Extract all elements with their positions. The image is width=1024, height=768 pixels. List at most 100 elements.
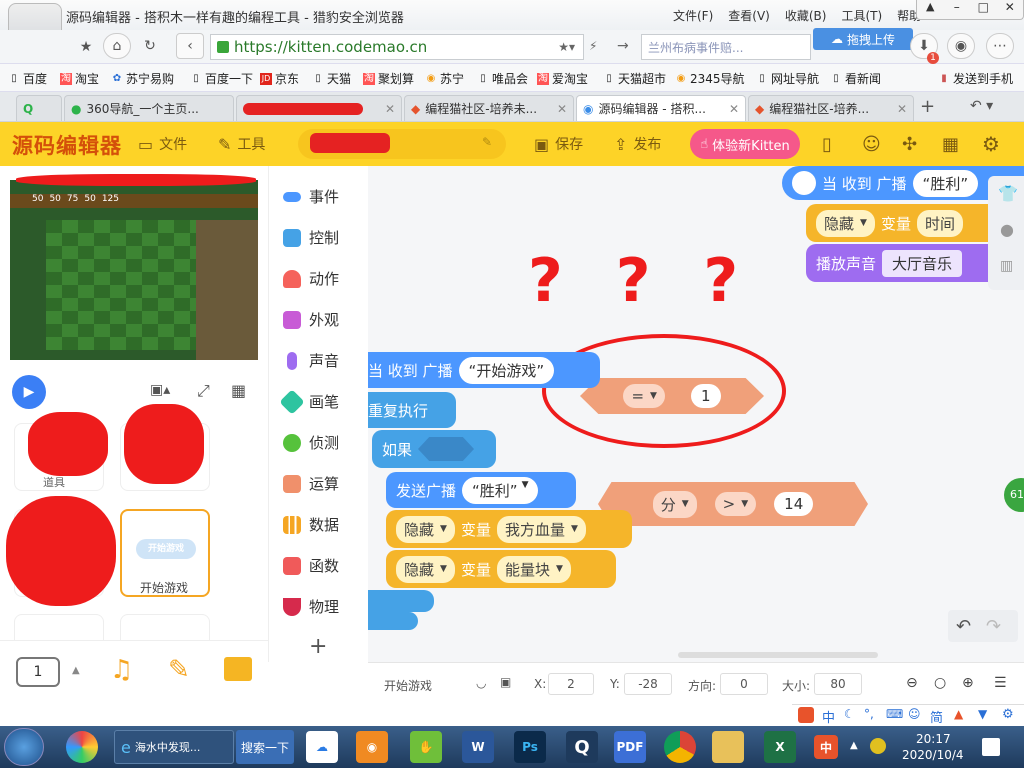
category-functions[interactable]: 函数 [269, 545, 369, 586]
baidu-cloud-icon[interactable]: ☁ [306, 731, 338, 763]
block-greater-than[interactable]: 分 ▼ > ▼ 14 [598, 482, 868, 526]
app-logo[interactable]: 源码编辑器 [12, 130, 122, 160]
size-input[interactable]: 80 [814, 673, 862, 695]
cheetah-browser-icon[interactable]: ◉ [356, 731, 388, 763]
file-menu-button[interactable]: ▭ 文件 [138, 122, 187, 166]
horizontal-scrollbar[interactable] [678, 652, 878, 658]
undo-icon[interactable]: ↶ [956, 616, 971, 637]
bookmark-aitaobao[interactable]: 淘爱淘宝 [537, 70, 588, 87]
bookmark-jd[interactable]: JD 京东 [260, 70, 299, 87]
app-icon[interactable]: ✋ [410, 731, 442, 763]
skin-icon[interactable]: ▲ [917, 0, 944, 19]
stage-canvas[interactable]: 50 50 75 50 125 [10, 180, 258, 360]
category-sound[interactable]: 声音 [269, 340, 369, 381]
more-menu-button[interactable]: ⋯ [986, 33, 1014, 59]
game-button[interactable]: ◉ [947, 33, 975, 59]
microphone-icon[interactable]: ● [1000, 220, 1014, 239]
hide-dropdown[interactable]: 隐藏 ▼ [396, 555, 455, 583]
close-tab-icon[interactable]: ✕ [897, 102, 907, 116]
menu-favorites[interactable]: 收藏(B) [785, 7, 827, 24]
hide-dropdown[interactable]: 隐藏 ▼ [816, 209, 875, 237]
compare-value-input[interactable]: 14 [774, 492, 814, 516]
close-tab-icon[interactable]: ✕ [729, 102, 739, 116]
category-control[interactable]: 控制 [269, 217, 369, 258]
keyboard-icon[interactable]: ⌨ [886, 707, 903, 721]
start-button[interactable] [4, 728, 44, 766]
photoshop-icon[interactable]: Ps [514, 731, 546, 763]
side-badge[interactable]: 61 [1004, 478, 1024, 512]
bookmark-juhuasuan[interactable]: 淘聚划算 [363, 70, 414, 87]
moon-icon[interactable]: ☾ [844, 707, 855, 721]
menu-tools[interactable]: 工具(T) [841, 7, 882, 24]
eye-hidden-icon[interactable]: ◡ [476, 676, 486, 690]
block-hide-variable[interactable]: 隐藏 ▼ 变量 我方血量 ▼ [386, 510, 632, 548]
save-button[interactable]: ▣ 保存 [534, 122, 583, 166]
favorite-star-icon[interactable]: ★ [72, 34, 100, 60]
condition-slot[interactable] [418, 437, 475, 461]
fast-mode-icon[interactable]: ⚡ [589, 39, 597, 53]
tools-menu-button[interactable]: ✎ 工具 [218, 122, 265, 166]
bookmark-star-icon[interactable]: ★▾ [558, 40, 575, 54]
pencil-icon[interactable]: ✎ [168, 655, 190, 685]
drag-upload-button[interactable]: ☁ 拖拽上传 [813, 28, 913, 50]
tab-back-icon[interactable]: ↶ ▾ [970, 98, 993, 114]
settings-gear-icon[interactable]: ⚙ [982, 122, 1000, 166]
project-name-input[interactable]: ✎ [298, 129, 506, 159]
x-input[interactable]: 2 [548, 673, 594, 695]
pdf-icon[interactable]: PDF [614, 731, 646, 763]
ime-mode-chinese[interactable]: 中 [822, 707, 835, 726]
close-button[interactable]: ✕ [997, 0, 1024, 19]
block-hide-variable[interactable]: 隐藏 ▼ 变量 能量块 ▼ [386, 550, 616, 588]
close-tab-icon[interactable]: ✕ [385, 102, 395, 116]
category-pen[interactable]: 画笔 [269, 381, 369, 422]
menu-file[interactable]: 文件(F) [673, 7, 713, 24]
bookmark-taobao[interactable]: 淘淘宝 [60, 70, 99, 87]
emoji-icon[interactable]: ☺ [908, 707, 921, 721]
settings-gear-icon[interactable]: ⚙ [1002, 707, 1014, 722]
broadcast-message-field[interactable]: “开始游戏” [458, 356, 555, 384]
taskbar-search-button[interactable]: 搜索一下 [236, 730, 294, 764]
360-browser-icon[interactable]: Q [566, 731, 598, 763]
sound-dropdown[interactable]: 大厅音乐 [882, 249, 963, 277]
category-data[interactable]: 数据 [269, 504, 369, 545]
bookmark-news[interactable]: ▯ 看新闻 [830, 70, 881, 87]
variable-dropdown[interactable]: 能量块 ▼ [496, 555, 571, 583]
tab-codemao-community[interactable]: ◆ 编程猫社区-培养未... ✕ [404, 95, 574, 121]
tab-kitten-editor[interactable]: ◉ 源码编辑器 - 搭积... ✕ [576, 95, 746, 121]
search-box[interactable]: 兰州布病事件赔... [641, 34, 811, 60]
bookmark-suning[interactable]: ✿ 苏宁易购 [111, 70, 174, 87]
tray-expand-icon[interactable]: ▲ [850, 740, 858, 751]
punctuation-icon[interactable]: °, [864, 707, 874, 721]
colorful-app-icon[interactable] [66, 731, 98, 763]
folder-icon[interactable] [712, 731, 744, 763]
add-folder-icon[interactable] [224, 657, 252, 681]
page-selector[interactable]: 1 [16, 657, 60, 687]
excel-icon[interactable]: X [764, 731, 796, 763]
sprite-card[interactable] [14, 614, 104, 640]
bookmark-2345[interactable]: ◉ 2345导航 [675, 70, 745, 87]
bookmark-wangzhi[interactable]: ▯ 网址导航 [756, 70, 819, 87]
forward-arrow-icon[interactable]: → [617, 38, 629, 54]
y-input[interactable]: -28 [624, 673, 672, 695]
phone-preview-icon[interactable]: ▯ [822, 122, 832, 166]
equals-value-input[interactable]: 1 [690, 384, 721, 408]
tray-app-icon[interactable] [870, 738, 886, 754]
notification-icon[interactable] [982, 738, 1000, 756]
category-operators[interactable]: 运算 [269, 463, 369, 504]
shirt-icon[interactable]: ▼ [978, 707, 987, 721]
publish-button[interactable]: ⇪ 发布 [614, 122, 661, 166]
chrome-icon[interactable] [664, 731, 696, 763]
chart-icon[interactable]: ▥ [1000, 258, 1013, 274]
url-text[interactable]: https://kitten.codemao.cn [234, 38, 427, 56]
fullscreen-icon[interactable]: ⤢ [197, 381, 210, 401]
zoom-reset-icon[interactable]: ○ [934, 675, 946, 691]
extensions-icon[interactable]: ✣ [902, 122, 917, 166]
variable-dropdown[interactable]: 时间 [916, 209, 963, 237]
bookmark-baidu[interactable]: ▯ 百度 [8, 70, 47, 87]
bookmark-tmall-market[interactable]: ▯ 天猫超市 [603, 70, 666, 87]
music-icon[interactable]: ♫ [110, 655, 133, 685]
tab-codemao-community-2[interactable]: ◆ 编程猫社区-培养... ✕ [748, 95, 914, 121]
robot-icon[interactable]: ☺ [862, 122, 881, 166]
broadcast-message-field[interactable]: “胜利” ▼ [462, 476, 539, 504]
menu-view[interactable]: 查看(V) [728, 7, 770, 24]
